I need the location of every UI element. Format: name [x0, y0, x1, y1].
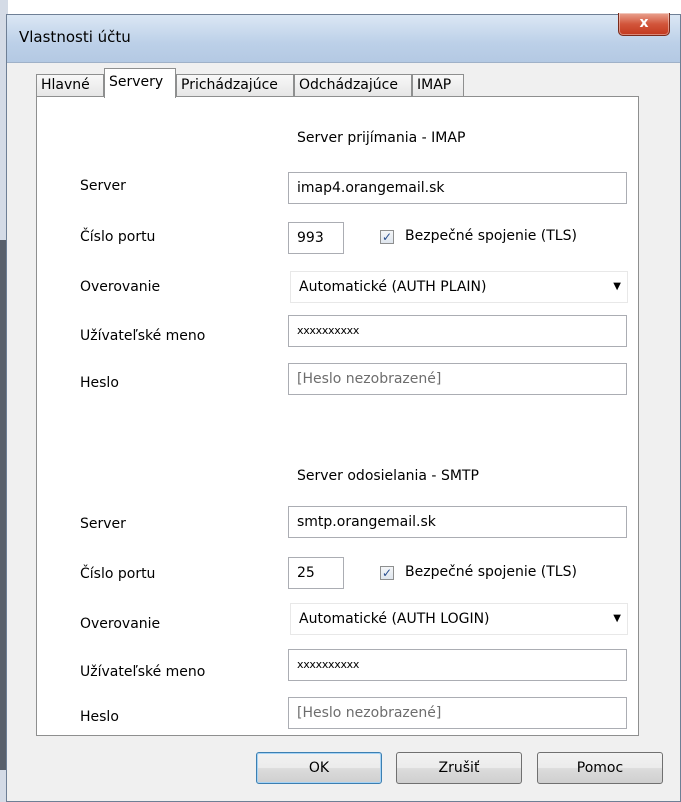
outgoing-port-input[interactable]: 25: [288, 557, 344, 589]
incoming-server-input[interactable]: imap4.orangemail.sk: [288, 172, 627, 204]
checkmark-icon: ✓: [381, 566, 393, 580]
outgoing-section-title: Server odosielania - SMTP: [297, 468, 479, 484]
incoming-password-input[interactable]: [Heslo nezobrazené]: [288, 363, 627, 395]
tab-prichadzajuce[interactable]: Prichádzajúce: [176, 74, 294, 96]
help-button[interactable]: Pomoc: [537, 752, 663, 784]
incoming-auth-value: Automatické (AUTH PLAIN): [299, 279, 487, 295]
checkmark-icon: ✓: [381, 230, 393, 244]
tab-hlavne[interactable]: Hlavné: [36, 74, 104, 96]
outgoing-user-label: Užívateľské meno: [80, 664, 206, 680]
incoming-tls-checkbox[interactable]: ✓: [380, 230, 394, 244]
cancel-button[interactable]: Zrušiť: [396, 752, 522, 784]
window-title: Vlastnosti účtu: [19, 28, 131, 46]
chevron-down-icon: ▼: [613, 613, 621, 624]
incoming-port-input[interactable]: 993: [288, 222, 344, 254]
incoming-port-label: Číslo portu: [80, 229, 156, 245]
incoming-password-label: Heslo: [80, 375, 119, 391]
incoming-user-label: Užívateľské meno: [80, 328, 206, 344]
incoming-username-input[interactable]: xxxxxxxxxx: [288, 315, 627, 347]
outgoing-tls-label: Bezpečné spojenie (TLS): [405, 564, 577, 580]
outgoing-password-input[interactable]: [Heslo nezobrazené]: [288, 697, 627, 729]
close-icon: x: [639, 15, 649, 31]
title-bar: Vlastnosti účtu x: [7, 13, 680, 63]
ok-button[interactable]: OK: [256, 752, 382, 784]
incoming-auth-label: Overovanie: [80, 279, 161, 295]
outgoing-server-input[interactable]: smtp.orangemail.sk: [288, 506, 627, 538]
outgoing-username-input[interactable]: xxxxxxxxxx: [288, 649, 627, 681]
incoming-section-title: Server prijímania - IMAP: [297, 130, 466, 146]
outgoing-port-label: Číslo portu: [80, 566, 156, 582]
close-button[interactable]: x: [618, 13, 670, 36]
outgoing-auth-label: Overovanie: [80, 616, 161, 632]
outgoing-auth-select[interactable]: Automatické (AUTH LOGIN) ▼: [290, 603, 628, 635]
incoming-server-label: Server: [80, 178, 126, 194]
outgoing-password-label: Heslo: [80, 709, 119, 725]
incoming-auth-select[interactable]: Automatické (AUTH PLAIN) ▼: [290, 271, 628, 303]
outgoing-tls-checkbox[interactable]: ✓: [380, 566, 394, 580]
chevron-down-icon: ▼: [613, 281, 621, 292]
outgoing-auth-value: Automatické (AUTH LOGIN): [299, 611, 490, 627]
tab-odchadzajuce[interactable]: Odchádzajúce: [294, 74, 412, 96]
outgoing-server-label: Server: [80, 516, 126, 532]
tab-imap[interactable]: IMAP: [412, 74, 464, 96]
tab-servery[interactable]: Servery: [104, 68, 176, 98]
incoming-tls-label: Bezpečné spojenie (TLS): [405, 228, 577, 244]
